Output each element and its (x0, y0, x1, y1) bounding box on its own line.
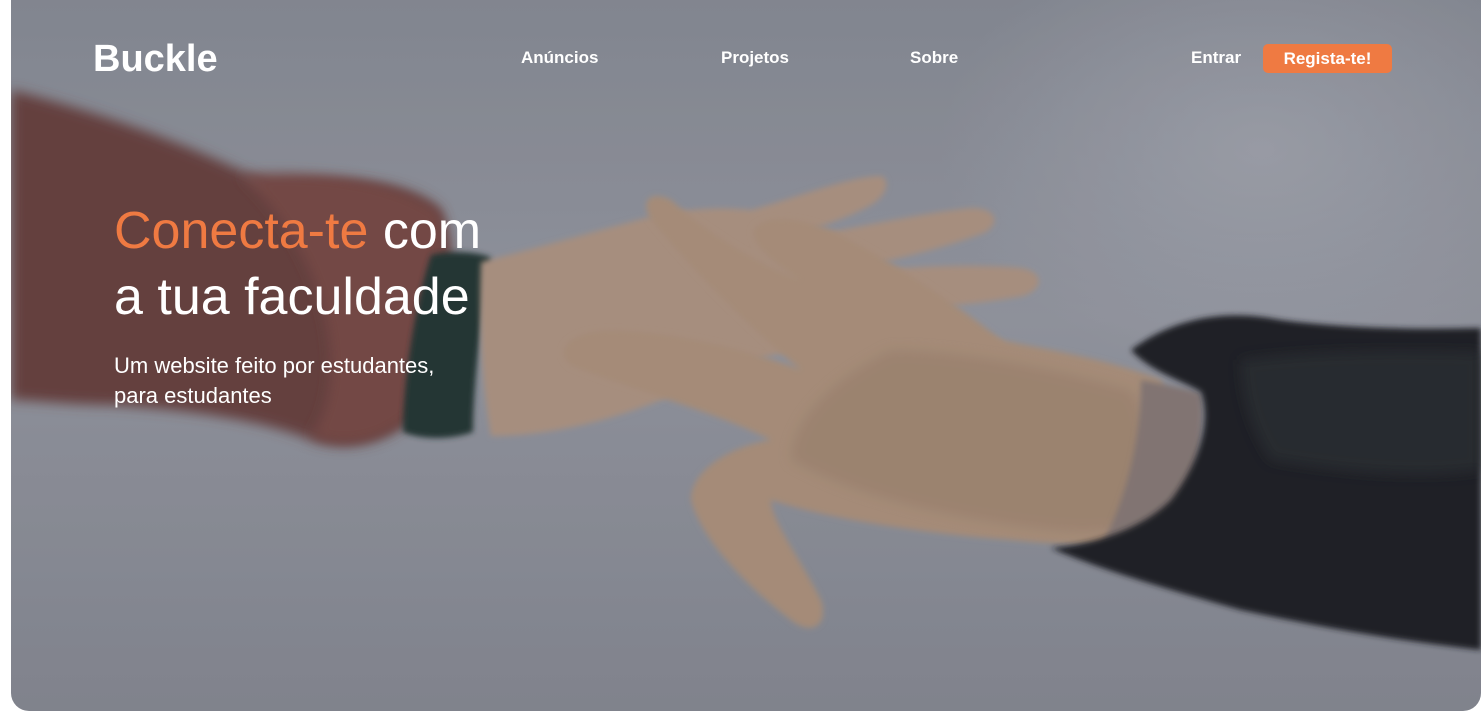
hero-title-accent: Conecta-te (114, 202, 369, 260)
nav-link-projetos[interactable]: Projetos (721, 48, 789, 68)
register-button[interactable]: Regista-te! (1263, 44, 1392, 73)
hero-title-line2: a tua faculdade (114, 268, 470, 326)
hero-subtitle: Um website feito por estudantes, para est… (114, 351, 534, 411)
hero-subtitle-line2: para estudantes (114, 383, 272, 408)
brand-logo[interactable]: Buckle (93, 38, 218, 81)
landing-page: Buckle Anúncios Projetos Sobre Entrar Re… (11, 0, 1481, 711)
navbar: Buckle Anúncios Projetos Sobre Entrar Re… (11, 0, 1481, 120)
hero-title-rest: com (368, 202, 482, 260)
hero-subtitle-line1: Um website feito por estudantes, (114, 353, 435, 378)
hero-title: Conecta-te com a tua faculdade (114, 198, 634, 330)
login-link[interactable]: Entrar (1191, 48, 1241, 68)
nav-link-anuncios[interactable]: Anúncios (521, 48, 598, 68)
nav-link-sobre[interactable]: Sobre (910, 48, 958, 68)
